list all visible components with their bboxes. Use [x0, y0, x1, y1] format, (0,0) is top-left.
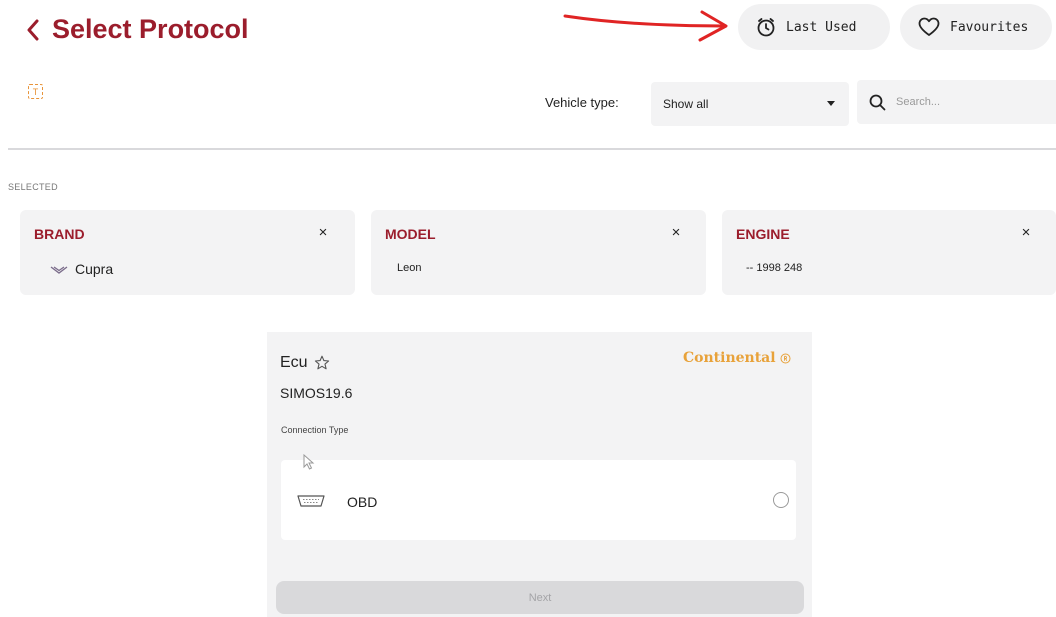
- chevron-left-icon: [27, 19, 39, 41]
- last-used-button[interactable]: Last Used: [738, 4, 890, 50]
- vehicle-type-value: Show all: [663, 97, 709, 111]
- brand-card-title: BRAND: [34, 226, 85, 242]
- search-box[interactable]: [857, 80, 1056, 124]
- search-input[interactable]: [894, 95, 1038, 109]
- continental-logo: Continental: [683, 350, 791, 366]
- vehicle-type-select[interactable]: Show all: [651, 82, 849, 126]
- caret-down-icon: [827, 101, 835, 106]
- annotation-arrow: [563, 10, 728, 42]
- brand-card: BRAND × Cupra: [20, 210, 355, 295]
- close-icon[interactable]: ×: [313, 222, 333, 242]
- ecu-subtitle: SIMOS19.6: [280, 385, 353, 401]
- ecu-title-row: Ecu: [280, 354, 330, 372]
- last-used-label: Last Used: [786, 19, 857, 35]
- vehicle-type-label: Vehicle type:: [545, 95, 619, 110]
- obd-label: OBD: [347, 494, 378, 510]
- next-button[interactable]: Next: [276, 581, 804, 614]
- obd-radio[interactable]: [773, 492, 789, 508]
- obd-connector-icon: [297, 495, 325, 507]
- ecu-title: Ecu: [280, 354, 308, 371]
- star-outline-icon[interactable]: [314, 355, 330, 371]
- engine-card-title: ENGINE: [736, 226, 790, 242]
- page-title: Select Protocol: [52, 14, 249, 44]
- model-card: MODEL × Leon: [371, 210, 706, 295]
- registered-mark-icon: [780, 353, 791, 363]
- close-icon[interactable]: ×: [666, 222, 686, 242]
- close-icon[interactable]: ×: [1016, 222, 1036, 242]
- model-value: Leon: [397, 262, 422, 274]
- divider: [8, 148, 1056, 150]
- engine-value: -- 1998 248: [746, 262, 803, 274]
- favourites-label: Favourites: [950, 19, 1029, 35]
- selected-section-label: SELECTED: [8, 182, 58, 192]
- clock-icon: [757, 18, 775, 37]
- text-tool-icon[interactable]: T: [28, 84, 43, 99]
- mouse-cursor-icon: [303, 454, 315, 470]
- brand-value: Cupra: [75, 261, 114, 277]
- favourites-button[interactable]: Favourites: [900, 4, 1052, 50]
- continental-logo-text: Continental: [683, 350, 776, 366]
- connection-type-label: Connection Type: [281, 425, 349, 435]
- cupra-logo-icon: [50, 266, 68, 274]
- back-button[interactable]: [18, 14, 48, 46]
- model-card-title: MODEL: [385, 226, 436, 242]
- engine-card: ENGINE × -- 1998 248: [722, 210, 1056, 295]
- heart-icon: [918, 17, 940, 36]
- search-icon: [869, 94, 886, 110]
